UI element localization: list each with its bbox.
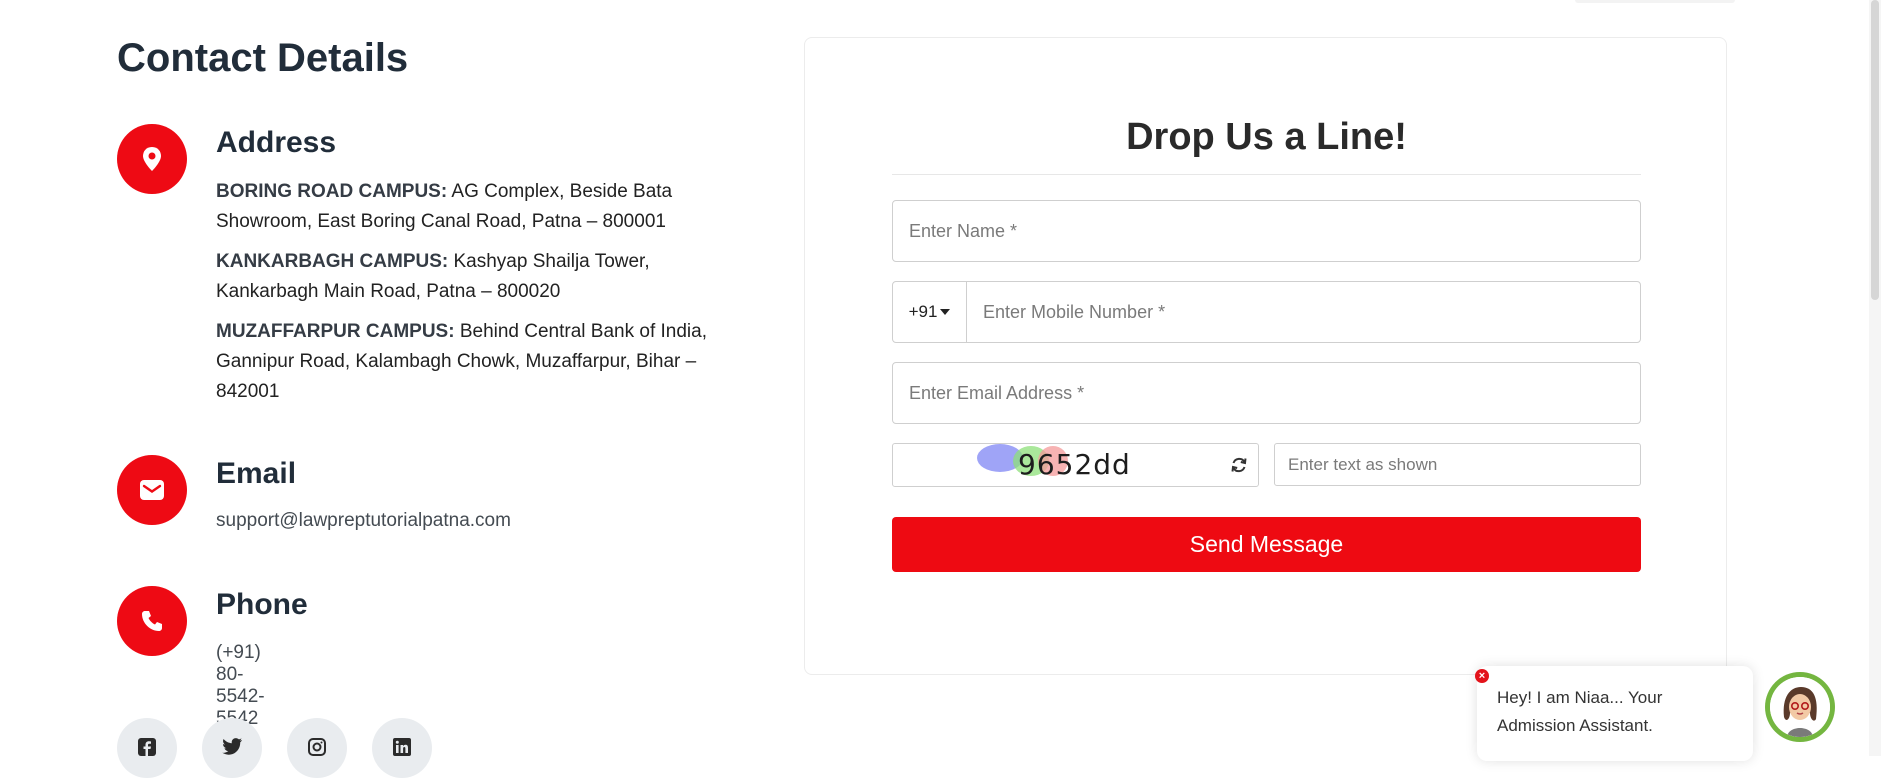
captcha-image: 9652dd — [892, 443, 1259, 487]
mobile-field-group: +91 — [892, 281, 1641, 343]
envelope-icon — [117, 455, 187, 525]
chat-avatar[interactable] — [1765, 672, 1835, 742]
caret-down-icon — [940, 309, 951, 315]
country-code-dropdown[interactable]: +91 — [893, 282, 967, 342]
close-icon[interactable]: × — [1475, 669, 1489, 683]
send-message-button[interactable]: Send Message — [892, 517, 1641, 572]
country-code-value: +91 — [908, 302, 938, 321]
title-divider — [892, 174, 1641, 175]
linkedin-icon[interactable] — [372, 718, 432, 778]
assistant-avatar-icon — [1770, 677, 1830, 737]
refresh-icon[interactable] — [1230, 456, 1248, 474]
name-input[interactable] — [892, 200, 1641, 262]
scrollbar[interactable] — [1869, 0, 1881, 756]
chat-bubble[interactable]: × Hey! I am Niaa... Your Admission Assis… — [1475, 666, 1753, 761]
mobile-input[interactable] — [967, 282, 1640, 342]
captcha-text: 9652dd — [1018, 448, 1131, 481]
facebook-icon[interactable] — [117, 718, 177, 778]
captcha-input[interactable] — [1274, 443, 1641, 486]
campus-boring-road: BORING ROAD CAMPUS: AG Complex, Beside B… — [216, 177, 716, 237]
phone-value[interactable]: (+91) 80-5542-5542 — [216, 642, 265, 730]
twitter-icon[interactable] — [202, 718, 262, 778]
scrollbar-thumb[interactable] — [1871, 0, 1879, 300]
phone-icon — [117, 586, 187, 656]
chat-message: Hey! I am Niaa... Your Admission Assista… — [1497, 688, 1663, 735]
campus-name: KANKARBAGH CAMPUS: — [216, 251, 449, 272]
form-title: Drop Us a Line! — [1126, 116, 1407, 158]
email-heading: Email — [216, 457, 297, 490]
campus-kankarbagh: KANKARBAGH CAMPUS: Kashyap Shailja Tower… — [216, 247, 716, 307]
location-pin-icon — [117, 124, 187, 194]
address-heading: Address — [216, 126, 337, 159]
campus-muzaffarpur: MUZAFFARPUR CAMPUS: Behind Central Bank … — [216, 317, 716, 407]
header-edge — [1575, 0, 1735, 3]
email-input[interactable] — [892, 362, 1641, 424]
email-value[interactable]: support@lawpreptutorialpatna.com — [216, 510, 511, 532]
campus-name: MUZAFFARPUR CAMPUS: — [216, 321, 455, 342]
instagram-icon[interactable] — [287, 718, 347, 778]
page-title: Contact Details — [117, 36, 409, 80]
campus-name: BORING ROAD CAMPUS: — [216, 181, 448, 202]
phone-heading: Phone — [216, 588, 308, 621]
